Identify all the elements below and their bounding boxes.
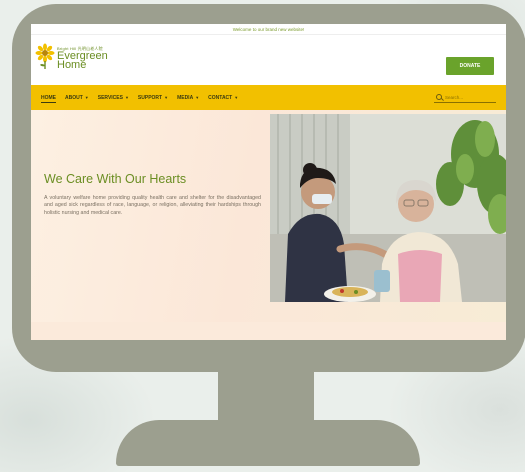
hero-bottom-band [31, 322, 506, 340]
caret-down-icon: ▼ [84, 95, 89, 100]
nav-item-media[interactable]: MEDIA ▼ [177, 85, 199, 110]
main-nav: HOME ABOUT ▼ SERVICES ▼ SUPPORT ▼ MEDIA … [31, 85, 506, 110]
site-logo[interactable]: Bright Hill 光明山老人院 Evergreen Home [35, 43, 108, 71]
hero-photo-nurse-and-elderly [270, 114, 506, 302]
monitor-stand-base [116, 420, 420, 466]
hero-section: We Care With Our Hearts A voluntary welf… [31, 110, 506, 340]
caret-down-icon: ▼ [195, 95, 200, 100]
site-header: Bright Hill 光明山老人院 Evergreen Home DONATE [31, 35, 506, 85]
caret-down-icon: ▼ [124, 95, 129, 100]
logo-name-line2: Home [57, 59, 87, 71]
search-input[interactable]: Search... [434, 92, 496, 103]
nav-item-label: CONTACT [208, 94, 233, 101]
sunflower-logo-icon [35, 43, 55, 69]
nav-item-services[interactable]: SERVICES ▼ [98, 85, 129, 110]
caret-down-icon: ▼ [234, 95, 239, 100]
nav-item-about[interactable]: ABOUT ▼ [65, 85, 89, 110]
nav-item-label: HOME [41, 94, 56, 101]
caret-down-icon: ▼ [164, 95, 169, 100]
monitor-screen: Welcome to our brand new website! Bright… [31, 24, 506, 340]
search-icon [436, 94, 442, 100]
nav-item-label: SERVICES [97, 94, 123, 101]
hero-description: A voluntary welfare home providing quali… [44, 195, 261, 216]
nav-item-label: SUPPORT [137, 94, 163, 101]
hero-title: We Care With Our Hearts [44, 172, 187, 186]
monitor-stand-neck [218, 368, 314, 426]
nav-item-home[interactable]: HOME [41, 85, 56, 110]
search-placeholder: Search... [445, 94, 464, 100]
nav-item-support[interactable]: SUPPORT ▼ [138, 85, 168, 110]
nav-item-label: MEDIA [177, 94, 194, 101]
announcement-text: Welcome to our brand new website! [232, 26, 305, 32]
hero-text: We Care With Our Hearts A voluntary welf… [44, 172, 261, 217]
donate-button[interactable]: DONATE [446, 57, 494, 75]
nav-item-contact[interactable]: CONTACT ▼ [208, 85, 238, 110]
announcement-bar: Welcome to our brand new website! [31, 24, 506, 35]
nav-item-label: ABOUT [65, 94, 83, 101]
